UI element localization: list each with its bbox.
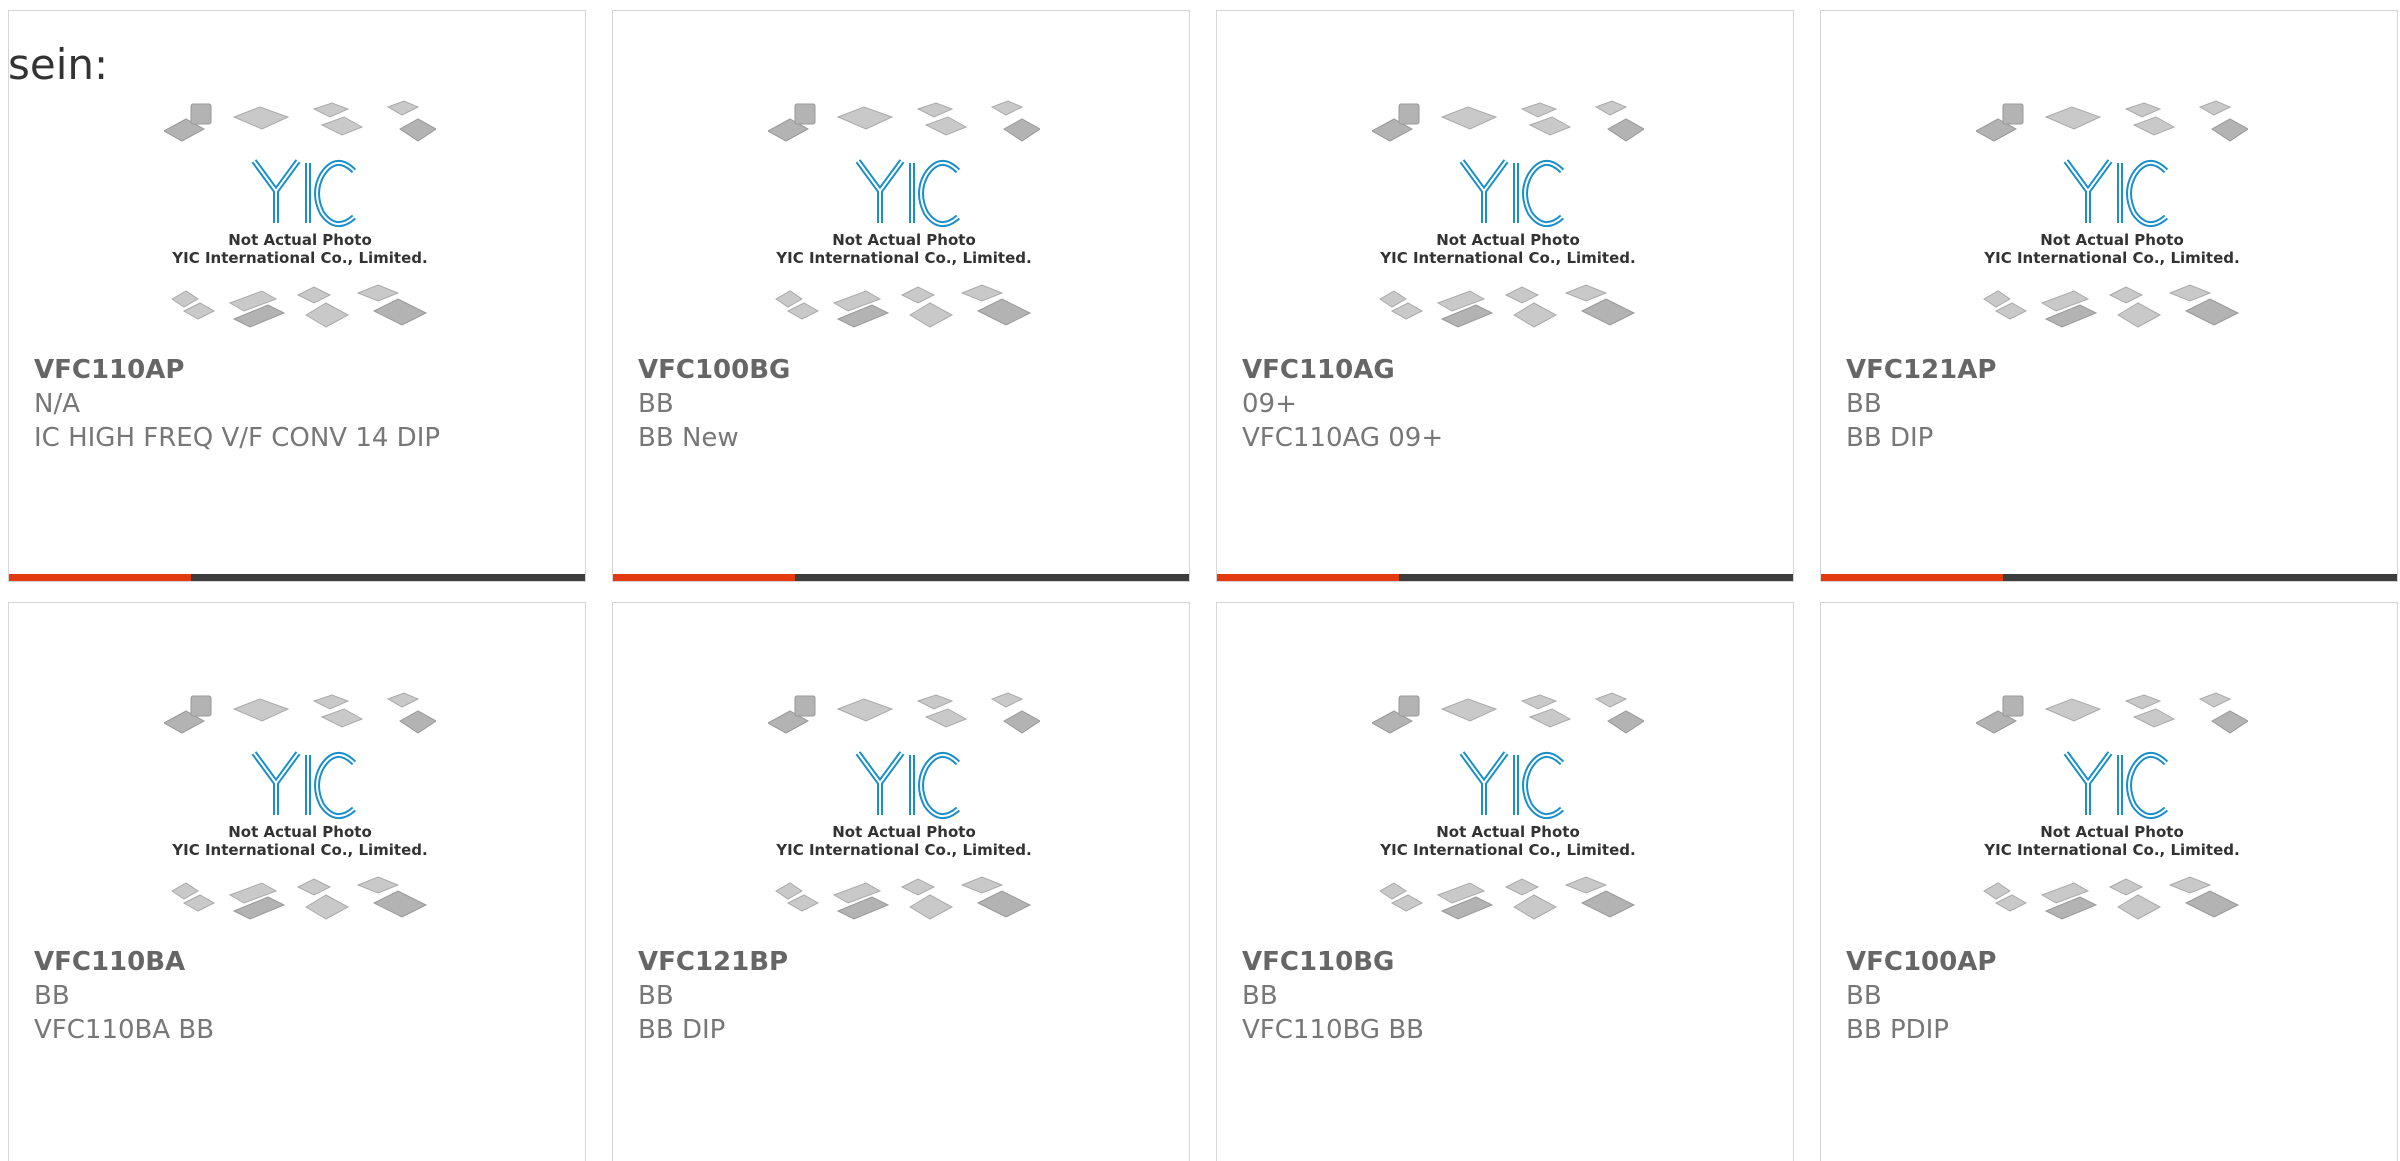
part-number[interactable]: VFC100AP	[1846, 945, 2387, 979]
placeholder-caption-2: YIC International Co., Limited.	[1983, 249, 2239, 267]
product-placeholder-image[interactable]: Not Actual Photo YIC International Co., …	[1372, 99, 1644, 349]
product-placeholder-image[interactable]: Not Actual Photo YIC International Co., …	[768, 691, 1040, 941]
placeholder-caption-2: YIC International Co., Limited.	[1379, 249, 1635, 267]
product-card-vfc121bp[interactable]: Not Actual Photo YIC International Co., …	[612, 602, 1190, 1161]
card-footer-bar	[613, 574, 1189, 581]
placeholder-caption-1: Not Actual Photo	[832, 823, 976, 841]
part-number[interactable]: VFC121BP	[638, 945, 1179, 979]
yic-logo-icon	[1459, 751, 1565, 819]
chip-icons-top	[1372, 100, 1644, 142]
product-info: VFC100BG BB BB New	[638, 353, 1179, 455]
product-placeholder-image[interactable]: Not Actual Photo YIC International Co., …	[1976, 99, 2248, 349]
placeholder-caption-1: Not Actual Photo	[2040, 823, 2184, 841]
chip-icons-top	[1372, 692, 1644, 734]
brand-or-date: BB	[638, 981, 674, 1011]
card-footer-accent	[613, 574, 795, 581]
chip-icons-bottom	[1983, 284, 2240, 328]
product-info: VFC121AP BB BB DIP	[1846, 353, 2387, 455]
product-grid: Not Actual Photo YIC International Co., …	[8, 10, 2398, 1161]
card-footer-accent	[1821, 574, 2003, 581]
brand-or-date: BB	[1846, 389, 1882, 419]
brand-or-date: BB	[1242, 981, 1278, 1011]
product-placeholder-image[interactable]: Not Actual Photo YIC International Co., …	[164, 99, 436, 349]
product-placeholder-image[interactable]: Not Actual Photo YIC International Co., …	[164, 691, 436, 941]
yic-logo-icon	[2063, 751, 2169, 819]
placeholder-caption-2: YIC International Co., Limited.	[775, 249, 1031, 267]
placeholder-caption-1: Not Actual Photo	[2040, 231, 2184, 249]
placeholder-caption-2: YIC International Co., Limited.	[171, 841, 427, 859]
intro-text: sein:	[8, 40, 109, 89]
yic-logo-icon	[855, 751, 961, 819]
card-footer-bar	[1217, 574, 1793, 581]
product-card-vfc110ap[interactable]: Not Actual Photo YIC International Co., …	[8, 10, 586, 582]
description: IC HIGH FREQ V/F CONV 14 DIP	[34, 423, 441, 453]
placeholder-caption-1: Not Actual Photo	[228, 823, 372, 841]
chip-icons-top	[768, 692, 1040, 734]
brand-or-date: N/A	[34, 389, 80, 419]
chip-icons-top	[1976, 100, 2248, 142]
product-card-vfc110ag[interactable]: Not Actual Photo YIC International Co., …	[1216, 10, 1794, 582]
part-number[interactable]: VFC100BG	[638, 353, 1179, 387]
placeholder-caption-1: Not Actual Photo	[1436, 231, 1580, 249]
placeholder-caption-1: Not Actual Photo	[228, 231, 372, 249]
product-card-vfc121ap[interactable]: Not Actual Photo YIC International Co., …	[1820, 10, 2398, 582]
part-number[interactable]: VFC110BG	[1242, 945, 1783, 979]
placeholder-caption-1: Not Actual Photo	[1436, 823, 1580, 841]
brand-or-date: BB	[34, 981, 70, 1011]
chip-icons-top	[164, 100, 436, 142]
brand-or-date: BB	[638, 389, 674, 419]
product-listing-page: sein: Not Actual Photo YIC International…	[0, 0, 2400, 1161]
product-info: VFC121BP BB BB DIP	[638, 945, 1179, 1047]
placeholder-caption-2: YIC International Co., Limited.	[171, 249, 427, 267]
yic-logo-icon	[1459, 159, 1565, 227]
product-card-vfc100bg[interactable]: Not Actual Photo YIC International Co., …	[612, 10, 1190, 582]
part-number[interactable]: VFC110AP	[34, 353, 575, 387]
product-info: VFC110AP N/A IC HIGH FREQ V/F CONV 14 DI…	[34, 353, 575, 455]
placeholder-caption-2: YIC International Co., Limited.	[775, 841, 1031, 859]
card-footer-accent	[1217, 574, 1399, 581]
chip-icons-bottom	[1983, 876, 2240, 920]
card-footer-bar	[9, 574, 585, 581]
chip-icons-bottom	[775, 876, 1032, 920]
chip-icons-bottom	[171, 284, 428, 328]
description: BB New	[638, 423, 739, 453]
chip-icons-bottom	[171, 876, 428, 920]
description: VFC110BA BB	[34, 1015, 215, 1045]
part-number[interactable]: VFC121AP	[1846, 353, 2387, 387]
product-placeholder-image[interactable]: Not Actual Photo YIC International Co., …	[1372, 691, 1644, 941]
placeholder-caption-2: YIC International Co., Limited.	[1379, 841, 1635, 859]
part-number[interactable]: VFC110AG	[1242, 353, 1783, 387]
yic-logo-icon	[2063, 159, 2169, 227]
brand-or-date: BB	[1846, 981, 1882, 1011]
chip-icons-top	[768, 100, 1040, 142]
description: BB DIP	[638, 1015, 726, 1045]
chip-icons-bottom	[1379, 876, 1636, 920]
product-info: VFC110BG BB VFC110BG BB	[1242, 945, 1783, 1047]
brand-or-date: 09+	[1242, 389, 1297, 419]
product-card-vfc110bg[interactable]: Not Actual Photo YIC International Co., …	[1216, 602, 1794, 1161]
product-placeholder-image[interactable]: Not Actual Photo YIC International Co., …	[768, 99, 1040, 349]
yic-logo-icon	[855, 159, 961, 227]
placeholder-caption-1: Not Actual Photo	[832, 231, 976, 249]
chip-icons-top	[164, 692, 436, 734]
product-info: VFC100AP BB BB PDIP	[1846, 945, 2387, 1047]
yic-logo-icon	[251, 751, 357, 819]
product-card-vfc110ba[interactable]: Not Actual Photo YIC International Co., …	[8, 602, 586, 1161]
chip-icons-bottom	[1379, 284, 1636, 328]
placeholder-caption-2: YIC International Co., Limited.	[1983, 841, 2239, 859]
product-placeholder-image[interactable]: Not Actual Photo YIC International Co., …	[1976, 691, 2248, 941]
product-info: VFC110BA BB VFC110BA BB	[34, 945, 575, 1047]
product-card-vfc100ap[interactable]: Not Actual Photo YIC International Co., …	[1820, 602, 2398, 1161]
description: BB DIP	[1846, 423, 1934, 453]
description: VFC110BG BB	[1242, 1015, 1424, 1045]
card-footer-accent	[9, 574, 191, 581]
chip-icons-top	[1976, 692, 2248, 734]
description: VFC110AG 09+	[1242, 423, 1444, 453]
chip-icons-bottom	[775, 284, 1032, 328]
product-info: VFC110AG 09+ VFC110AG 09+	[1242, 353, 1783, 455]
description: BB PDIP	[1846, 1015, 1949, 1045]
yic-logo-icon	[251, 159, 357, 227]
part-number[interactable]: VFC110BA	[34, 945, 575, 979]
card-footer-bar	[1821, 574, 2397, 581]
